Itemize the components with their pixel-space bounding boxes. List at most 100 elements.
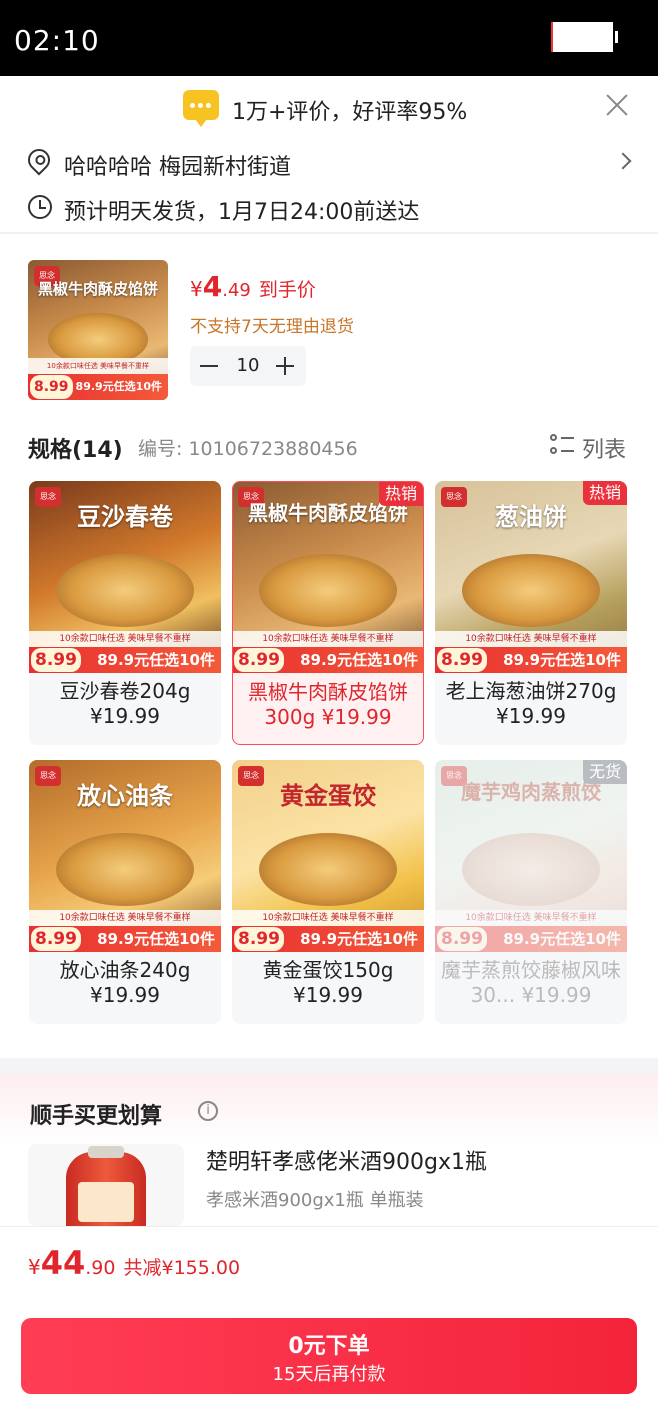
spec-title: 规格(14) xyxy=(28,438,123,463)
spec-name: 黑椒牛肉酥皮馅饼300g ¥19.99 xyxy=(248,680,408,729)
promo-band: 10余款口味任选 美味早餐不重样 xyxy=(232,910,424,926)
total-int: 44 xyxy=(40,1244,86,1282)
location-pin-icon xyxy=(23,144,55,176)
product-image: 思念 魔芋鸡肉蒸煎饺 10余款口味任选 美味早餐不重样 8.99 89.9元任选… xyxy=(435,760,627,952)
promo-strip: 8.99 89.9元任选10件 xyxy=(232,926,424,952)
quantity-stepper: 10 xyxy=(190,346,306,386)
price-tag: 到手价 xyxy=(258,279,316,301)
order-button-label: 0元下单 xyxy=(288,1334,370,1359)
list-icon xyxy=(550,434,574,458)
promo-band: 10余款口味任选 美味早餐不重样 xyxy=(29,910,221,926)
promo-price: 8.99 xyxy=(437,648,487,672)
promo-price: 8.99 xyxy=(437,927,487,951)
info-icon[interactable]: i xyxy=(198,1101,218,1121)
promo-band: 10余款口味任选 美味早餐不重样 xyxy=(435,910,627,926)
promo-strip: 8.99 89.9元任选10件 xyxy=(435,926,627,952)
status-time: 02:10 xyxy=(14,24,100,57)
rating-bar: 1万+评价，好评率95% xyxy=(0,76,658,138)
currency: ¥ xyxy=(28,1255,41,1279)
list-view-toggle[interactable]: 列表 xyxy=(550,432,632,463)
close-icon[interactable] xyxy=(603,91,631,119)
upsell-product-image[interactable] xyxy=(28,1144,184,1226)
order-total: ¥44.90 共减¥155.00 xyxy=(28,1244,240,1282)
saving-text: 共减¥155.00 xyxy=(123,1257,241,1279)
promo-strip: 8.99 89.9元任选10件 xyxy=(29,926,221,952)
product-image: 思念 豆沙春卷 10余款口味任选 美味早餐不重样 8.99 89.9元任选10件 xyxy=(29,481,221,673)
spec-card-selected[interactable]: 思念 黑椒牛肉酥皮馅饼 10余款口味任选 美味早餐不重样 8.99 89.9元任… xyxy=(232,481,424,745)
spec-name: 魔芋蒸煎饺藤椒风味30... ¥19.99 xyxy=(441,958,621,1007)
promo-deal: 89.9元任选10件 xyxy=(300,651,418,669)
price-int: 4 xyxy=(202,270,223,303)
rating-text: 1万+评价，好评率95% xyxy=(232,100,468,125)
promo-deal: 89.9元任选10件 xyxy=(97,930,215,948)
product-image: 思念 放心油条 10余款口味任选 美味早餐不重样 8.99 89.9元任选10件 xyxy=(29,760,221,952)
chevron-right-icon xyxy=(614,152,632,170)
food-image xyxy=(461,832,601,906)
chat-bubble-icon xyxy=(183,90,219,127)
delivery-row: 预计明天发货，1月7日24:00前送达 xyxy=(0,186,658,230)
spec-code: 编号: 10106723880456 xyxy=(138,438,358,460)
upsell-product-sub: 孝感米酒900gx1瓶 单瓶装 xyxy=(206,1190,424,1211)
promo-deal: 89.9元任选10件 xyxy=(75,380,162,393)
promo-price: 8.99 xyxy=(31,927,81,951)
spec-card[interactable]: 思念 黄金蛋饺 10余款口味任选 美味早餐不重样 8.99 89.9元任选10件… xyxy=(232,760,424,1024)
promo-price: 8.99 xyxy=(30,375,73,399)
promo-strip: 8.99 89.9元任选10件 xyxy=(233,647,423,673)
image-title: 豆沙春卷 xyxy=(77,503,173,531)
total-dec: .90 xyxy=(85,1257,116,1279)
upsell-title: 顺手买更划算 xyxy=(30,1104,163,1129)
address-row[interactable]: 哈哈哈哈 梅园新村街道 xyxy=(0,140,658,184)
product-image: 思念 葱油饼 10余款口味任选 美味早餐不重样 8.99 89.9元任选10件 xyxy=(435,481,627,673)
promo-strip: 8.99 89.9元任选10件 xyxy=(29,647,221,673)
status-bar: 02:10 xyxy=(0,0,658,76)
promo-price: 8.99 xyxy=(31,648,81,672)
currency: ¥ xyxy=(190,277,203,301)
promo-band: 10余款口味任选 美味早餐不重样 xyxy=(28,358,168,374)
spec-card[interactable]: 思念 豆沙春卷 10余款口味任选 美味早餐不重样 8.99 89.9元任选10件… xyxy=(29,481,221,745)
selected-price: ¥4.49 到手价 xyxy=(190,270,316,303)
selected-product-image[interactable]: 思念 黑椒牛肉酥皮馅饼 10余款口味任选 美味早餐不重样 8.99 89.9元任… xyxy=(28,260,168,400)
clock-icon xyxy=(28,195,52,219)
food-image xyxy=(258,832,398,906)
promo-strip: 8.99 89.9元任选10件 xyxy=(28,374,168,400)
spec-name: 黄金蛋饺150g ¥19.99 xyxy=(262,958,394,1007)
promo-band: 10余款口味任选 美味早餐不重样 xyxy=(435,631,627,647)
divider xyxy=(0,232,658,234)
product-image: 思念 黑椒牛肉酥皮馅饼 10余款口味任选 美味早餐不重样 8.99 89.9元任… xyxy=(233,482,423,673)
return-policy-note: 不支持7天无理由退货 xyxy=(190,317,354,337)
delivery-text: 预计明天发货，1月7日24:00前送达 xyxy=(64,200,420,225)
section-separator xyxy=(0,1058,658,1074)
promo-band: 10余款口味任选 美味早餐不重样 xyxy=(233,631,423,647)
promo-price: 8.99 xyxy=(234,927,284,951)
upsell-product-name[interactable]: 楚明轩孝感佬米酒900gx1瓶 xyxy=(206,1144,487,1176)
address-text: 哈哈哈哈 梅园新村街道 xyxy=(64,155,291,180)
spec-card[interactable]: 思念 放心油条 10余款口味任选 美味早餐不重样 8.99 89.9元任选10件… xyxy=(29,760,221,1024)
image-title: 黑椒牛肉酥皮馅饼 xyxy=(37,280,158,298)
promo-deal: 89.9元任选10件 xyxy=(300,930,418,948)
hot-badge: 热销 xyxy=(582,481,627,505)
list-label: 列表 xyxy=(582,438,627,463)
spec-name: 放心油条240g ¥19.99 xyxy=(59,958,191,1007)
promo-strip: 8.99 89.9元任选10件 xyxy=(435,647,627,673)
quantity-value[interactable]: 10 xyxy=(230,355,266,376)
promo-band: 10余款口味任选 美味早餐不重样 xyxy=(29,631,221,647)
promo-deal: 89.9元任选10件 xyxy=(503,651,621,669)
image-title: 放心油条 xyxy=(77,782,173,810)
order-button-sub: 15天后再付款 xyxy=(272,1364,386,1385)
plus-button[interactable] xyxy=(276,357,294,375)
spec-name: 豆沙春卷204g ¥19.99 xyxy=(59,679,191,728)
battery-icon xyxy=(551,22,618,52)
food-image xyxy=(461,553,601,627)
price-dec: .49 xyxy=(222,280,251,301)
place-order-button[interactable]: 0元下单 15天后再付款 xyxy=(21,1318,637,1394)
promo-deal: 89.9元任选10件 xyxy=(97,651,215,669)
food-image xyxy=(55,832,195,906)
spec-name: 老上海葱油饼270g ¥19.99 xyxy=(445,679,617,728)
spec-card[interactable]: 思念 葱油饼 10余款口味任选 美味早餐不重样 8.99 89.9元任选10件 … xyxy=(435,481,627,745)
minus-button[interactable] xyxy=(200,365,218,367)
out-of-stock-badge: 无货 xyxy=(582,760,627,784)
product-image: 思念 黄金蛋饺 10余款口味任选 美味早餐不重样 8.99 89.9元任选10件 xyxy=(232,760,424,952)
spec-card-soldout[interactable]: 思念 魔芋鸡肉蒸煎饺 10余款口味任选 美味早餐不重样 8.99 89.9元任选… xyxy=(435,760,627,1024)
food-image xyxy=(258,553,398,627)
image-title: 黄金蛋饺 xyxy=(280,782,376,810)
